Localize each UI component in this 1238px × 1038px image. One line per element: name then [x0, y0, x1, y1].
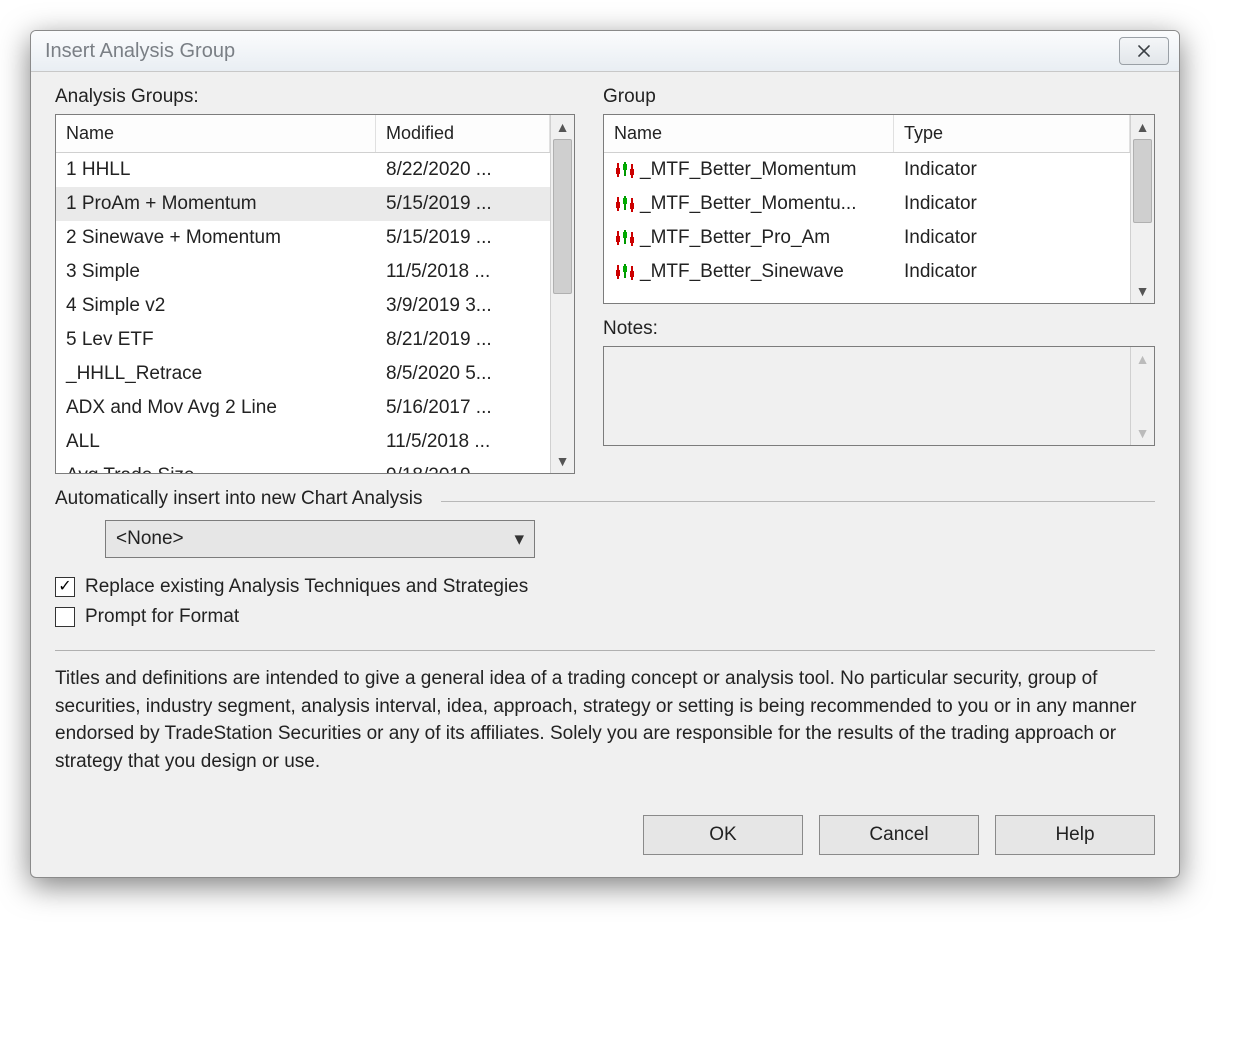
row-name: _MTF_Better_Sinewave	[604, 259, 894, 285]
analysis-groups-scrollbar[interactable]: ▲ ▼	[550, 115, 574, 473]
group-list[interactable]: Name Type _MTF_Better_MomentumIndicator_…	[603, 114, 1155, 304]
scroll-down-icon[interactable]: ▼	[551, 449, 574, 473]
notes-scrollbar[interactable]: ▲ ▼	[1130, 347, 1154, 445]
row-modified: 3/9/2019 3...	[376, 293, 550, 319]
indicator-icon	[614, 228, 636, 248]
indicator-icon	[614, 262, 636, 282]
scroll-up-icon[interactable]: ▲	[1131, 347, 1154, 371]
auto-insert-combo[interactable]: <None> ▾	[105, 520, 535, 558]
scroll-down-icon[interactable]: ▼	[1131, 279, 1154, 303]
ok-button[interactable]: OK	[643, 815, 803, 855]
row-name: _MTF_Better_Pro_Am	[604, 225, 894, 251]
list-item[interactable]: _MTF_Better_Momentu...Indicator	[604, 187, 1130, 221]
chevron-down-icon: ▾	[514, 528, 524, 551]
row-name: 5 Lev ETF	[56, 327, 376, 353]
scroll-thumb[interactable]	[1133, 139, 1152, 223]
notes-textbox[interactable]: ▲ ▼	[603, 346, 1155, 446]
row-modified: 11/5/2018 ...	[376, 259, 550, 285]
row-name: 1 ProAm + Momentum	[56, 191, 376, 217]
list-item[interactable]: 5 Lev ETF8/21/2019 ...	[56, 323, 550, 357]
row-name: 4 Simple v2	[56, 293, 376, 319]
list-item[interactable]: _MTF_Better_SinewaveIndicator	[604, 255, 1130, 289]
list-item[interactable]: _MTF_Better_Pro_AmIndicator	[604, 221, 1130, 255]
analysis-groups-header[interactable]: Name Modified	[56, 115, 550, 153]
insert-analysis-group-dialog: Insert Analysis Group Analysis Groups: N…	[30, 30, 1180, 878]
group-scrollbar[interactable]: ▲ ▼	[1130, 115, 1154, 303]
titlebar: Insert Analysis Group	[31, 31, 1179, 72]
help-button[interactable]: Help	[995, 815, 1155, 855]
replace-label: Replace existing Analysis Techniques and…	[85, 576, 528, 598]
prompt-checkbox[interactable]	[55, 607, 75, 627]
list-item[interactable]: 3 Simple11/5/2018 ...	[56, 255, 550, 289]
dialog-title: Insert Analysis Group	[45, 40, 235, 63]
scroll-down-icon[interactable]: ▼	[1131, 421, 1154, 445]
row-modified: 5/15/2019 ...	[376, 225, 550, 251]
row-modified: 9/18/2019 ...	[376, 463, 550, 473]
auto-insert-label: Automatically insert into new Chart Anal…	[55, 488, 423, 510]
list-item[interactable]: _MTF_Better_MomentumIndicator	[604, 153, 1130, 187]
prompt-label: Prompt for Format	[85, 606, 239, 628]
indicator-icon	[614, 194, 636, 214]
row-type: Indicator	[894, 225, 1130, 251]
row-name: Avg Trade Size	[56, 463, 376, 473]
column-modified[interactable]: Modified	[376, 115, 550, 152]
scroll-thumb[interactable]	[553, 139, 572, 294]
column-type[interactable]: Type	[894, 115, 1130, 152]
row-name: 2 Sinewave + Momentum	[56, 225, 376, 251]
scroll-up-icon[interactable]: ▲	[551, 115, 574, 139]
auto-insert-value: <None>	[116, 528, 184, 550]
list-item[interactable]: 4 Simple v23/9/2019 3...	[56, 289, 550, 323]
cancel-button[interactable]: Cancel	[819, 815, 979, 855]
row-type: Indicator	[894, 157, 1130, 183]
row-name: 1 HHLL	[56, 157, 376, 183]
row-type: Indicator	[894, 191, 1130, 217]
list-item[interactable]: _HHLL_Retrace8/5/2020 5...	[56, 357, 550, 391]
close-icon	[1136, 43, 1152, 59]
list-item[interactable]: ALL11/5/2018 ...	[56, 425, 550, 459]
row-name: ALL	[56, 429, 376, 455]
analysis-groups-label: Analysis Groups:	[55, 86, 575, 108]
row-name: _HHLL_Retrace	[56, 361, 376, 387]
scroll-up-icon[interactable]: ▲	[1131, 115, 1154, 139]
divider	[441, 501, 1156, 502]
column-name[interactable]: Name	[56, 115, 376, 152]
divider	[55, 650, 1155, 651]
close-button[interactable]	[1119, 37, 1169, 65]
group-header[interactable]: Name Type	[604, 115, 1130, 153]
replace-checkbox[interactable]	[55, 577, 75, 597]
notes-label: Notes:	[603, 318, 1155, 340]
row-modified: 8/22/2020 ...	[376, 157, 550, 183]
row-modified: 11/5/2018 ...	[376, 429, 550, 455]
disclaimer-text: Titles and definitions are intended to g…	[55, 665, 1155, 775]
indicator-icon	[614, 160, 636, 180]
list-item[interactable]: 2 Sinewave + Momentum5/15/2019 ...	[56, 221, 550, 255]
group-label: Group	[603, 86, 1155, 108]
row-name: _MTF_Better_Momentu...	[604, 191, 894, 217]
row-name: _MTF_Better_Momentum	[604, 157, 894, 183]
list-item[interactable]: ADX and Mov Avg 2 Line5/16/2017 ...	[56, 391, 550, 425]
column-name[interactable]: Name	[604, 115, 894, 152]
notes-value[interactable]	[604, 347, 1130, 445]
analysis-groups-list[interactable]: Name Modified 1 HHLL8/22/2020 ...1 ProAm…	[55, 114, 575, 474]
list-item[interactable]: 1 ProAm + Momentum5/15/2019 ...	[56, 187, 550, 221]
row-modified: 8/21/2019 ...	[376, 327, 550, 353]
row-type: Indicator	[894, 259, 1130, 285]
list-item[interactable]: 1 HHLL8/22/2020 ...	[56, 153, 550, 187]
row-name: 3 Simple	[56, 259, 376, 285]
row-modified: 8/5/2020 5...	[376, 361, 550, 387]
row-name: ADX and Mov Avg 2 Line	[56, 395, 376, 421]
row-modified: 5/15/2019 ...	[376, 191, 550, 217]
row-modified: 5/16/2017 ...	[376, 395, 550, 421]
list-item[interactable]: Avg Trade Size9/18/2019 ...	[56, 459, 550, 473]
